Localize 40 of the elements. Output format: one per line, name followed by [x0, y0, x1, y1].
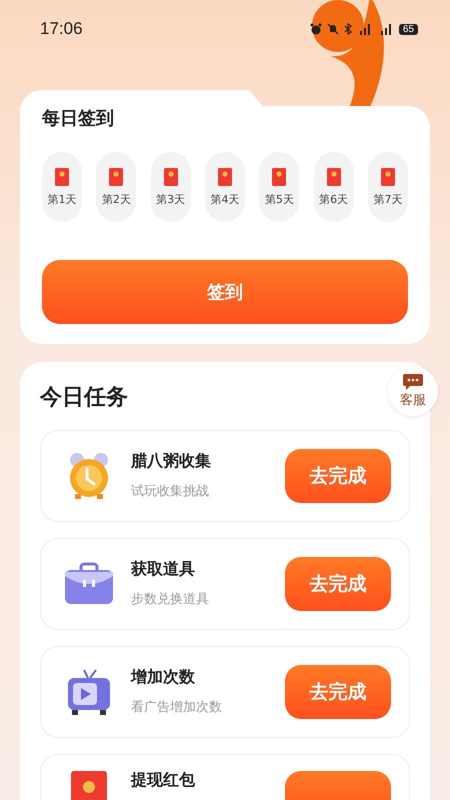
task-description: 步数兑换道具 [131, 591, 210, 608]
briefcase-icon [63, 562, 115, 606]
day-label: 第5天 [264, 192, 294, 206]
envelope-icon [380, 168, 395, 186]
envelope-icon [272, 168, 286, 186]
envelope-icon [218, 168, 232, 186]
day-pill[interactable]: 第3天 [150, 152, 191, 222]
envelope-icon [326, 168, 341, 186]
day-pill[interactable]: 第7天 [368, 152, 408, 222]
battery-level: 65 [398, 24, 418, 34]
day-pill[interactable]: 第2天 [96, 152, 136, 222]
day-pill[interactable]: 第1天 [42, 152, 82, 222]
task-description: 看广告增加次数 [131, 699, 223, 716]
task-title: 提现红包 [131, 771, 196, 790]
support-button[interactable]: 客服 [388, 366, 438, 416]
muted-bell-icon [326, 23, 339, 35]
day-label: 第7天 [373, 192, 402, 206]
envelope-icon [109, 168, 124, 186]
envelope-icon [71, 771, 107, 800]
envelope-icon [164, 168, 178, 186]
day-label: 第6天 [319, 192, 348, 206]
day-label: 第3天 [156, 192, 186, 206]
status-time: 17:06 [40, 19, 83, 39]
day-pill[interactable]: 第4天 [204, 152, 245, 222]
tv-icon [66, 668, 112, 716]
chat-icon [403, 374, 423, 390]
day-label: 第4天 [210, 192, 240, 206]
day-pill[interactable]: 第6天 [314, 152, 354, 222]
bluetooth-icon [344, 23, 352, 35]
day-label: 第2天 [102, 192, 131, 206]
envelope-icon [55, 168, 69, 186]
day-label: 第1天 [48, 192, 76, 206]
section-title: 今日任务 [40, 384, 128, 412]
task-title: 获取道具 [131, 560, 196, 578]
task-description: 试玩收集挑战 [131, 483, 210, 500]
task-title: 腊八粥收集 [131, 452, 212, 470]
alarm-icon [310, 23, 322, 35]
section-title: 每日签到 [42, 107, 115, 130]
day-pill[interactable]: 第5天 [259, 152, 300, 222]
task-title: 增加次数 [131, 668, 196, 686]
